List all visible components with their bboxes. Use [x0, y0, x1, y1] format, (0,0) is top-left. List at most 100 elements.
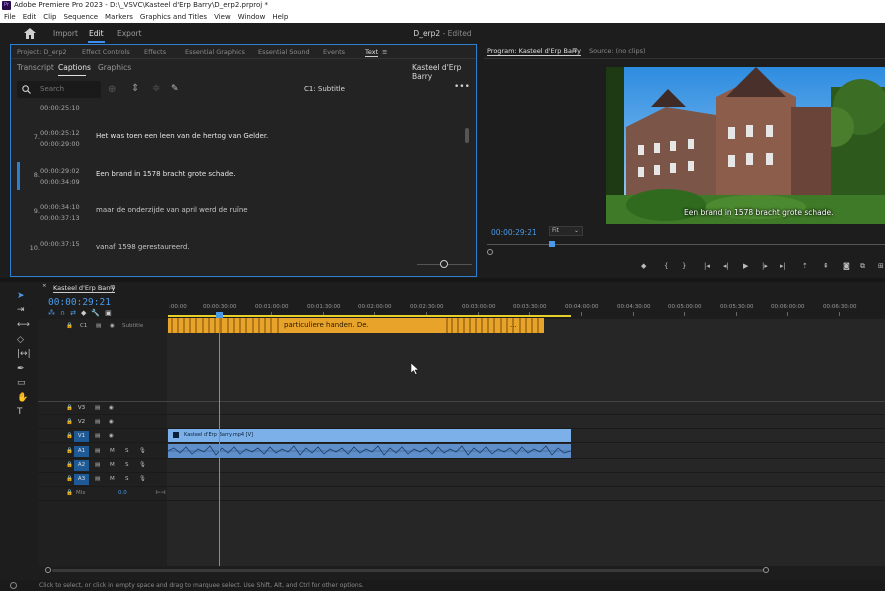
menu-help[interactable]: Help	[272, 11, 288, 23]
type-tool-icon[interactable]: T	[17, 407, 23, 417]
zoom-level-select[interactable]: Fit ⌄	[549, 226, 583, 236]
mute-button[interactable]: M	[110, 476, 115, 482]
subtab-graphics[interactable]: Graphics	[98, 63, 131, 72]
more-options-icon[interactable]: •••	[454, 82, 470, 92]
menu-file[interactable]: File	[4, 11, 16, 23]
go-to-in-icon[interactable]: |◂	[704, 262, 710, 270]
linked-selection-icon[interactable]: ⇄	[70, 309, 81, 317]
caption-item[interactable]: 9. 00:00:34:10 00:00:37:13 maar de onder…	[17, 198, 465, 234]
extract-icon[interactable]: ⇞	[823, 262, 829, 270]
edit-pencil-icon[interactable]: ✎	[171, 84, 179, 94]
lock-icon[interactable]: 🔒	[66, 448, 73, 454]
lock-icon[interactable]: 🔒	[66, 433, 73, 439]
caption-item[interactable]: 10. 00:00:37:15 vanaf 1598 gerestaureerd…	[17, 235, 465, 271]
sync-lock-icon[interactable]: ▤	[95, 419, 100, 425]
menu-edit[interactable]: Edit	[23, 11, 37, 23]
add-marker-icon[interactable]: ◆	[81, 309, 91, 317]
time-ruler[interactable]: :00:00 00:00:30:00 00:01:00:00 00:01:30:…	[167, 297, 885, 319]
timeline-playhead[interactable]	[216, 312, 223, 318]
panel-menu-icon[interactable]: ≡	[382, 48, 387, 56]
tab-project[interactable]: Project: D_erp2	[17, 48, 67, 56]
lock-icon[interactable]: 🔒	[66, 476, 73, 482]
razor-tool-icon[interactable]: ◇	[17, 335, 24, 345]
track-name-a3[interactable]: A3	[74, 474, 89, 485]
snap-icon[interactable]: ∩	[60, 309, 70, 317]
audio-clip[interactable]	[168, 444, 571, 458]
step-forward-icon[interactable]: |▸	[762, 262, 768, 270]
lock-icon[interactable]: 🔒	[66, 462, 73, 468]
tab-program[interactable]: Program: Kasteel d'Erp Barry	[487, 47, 582, 56]
solo-button[interactable]: S	[125, 462, 129, 468]
search-field[interactable]: Search	[17, 81, 101, 98]
tab-effect-controls[interactable]: Effect Controls	[82, 48, 130, 56]
vertical-scrollbar[interactable]	[465, 128, 469, 143]
add-caption-icon[interactable]: ⊕	[108, 84, 116, 95]
sync-lock-icon[interactable]: ▤	[95, 462, 100, 468]
mix-end-icon[interactable]: ⊢⊣	[156, 490, 166, 496]
work-area-bar[interactable]	[168, 315, 571, 317]
menu-graphics-and-titles[interactable]: Graphics and Titles	[140, 11, 207, 23]
program-timecode[interactable]: 00:00:29:21	[491, 228, 537, 237]
settings-wrench-icon[interactable]: 🔧	[91, 309, 105, 317]
solo-button[interactable]: S	[125, 476, 129, 482]
tab-sequence[interactable]: Kasteel d'Erp Barry	[53, 284, 116, 293]
rectangle-tool-icon[interactable]: ▭	[17, 378, 26, 388]
add-marker-icon[interactable]: ◆	[641, 262, 646, 270]
step-back-icon[interactable]: ◂|	[723, 262, 729, 270]
eye-icon[interactable]: ◉	[109, 419, 114, 425]
caption-text[interactable]: Het was toen een leen van de hertog van …	[96, 132, 268, 140]
track-name-v2[interactable]: V2	[74, 417, 89, 428]
caption-clip-strip[interactable]: particuliere handen. De. ...	[168, 318, 544, 333]
microphone-icon[interactable]: 🎙	[139, 448, 146, 454]
sync-lock-icon[interactable]: ▤	[95, 405, 100, 411]
close-icon[interactable]: ×	[42, 283, 47, 289]
go-to-out-icon[interactable]: ▸|	[780, 262, 786, 270]
program-video-frame[interactable]: Een brand in 1578 bracht grote schade.	[606, 67, 885, 224]
tab-essential-sound[interactable]: Essential Sound	[258, 48, 310, 56]
mute-button[interactable]: M	[110, 448, 115, 454]
track-name-v1[interactable]: V1	[74, 431, 89, 442]
timeline-horizontal-scroll[interactable]	[38, 566, 885, 576]
sync-lock-icon[interactable]: ▤	[96, 323, 101, 329]
mark-out-icon[interactable]: }	[682, 262, 686, 270]
split-caption-icon[interactable]: ⇕	[131, 83, 139, 94]
tab-source[interactable]: Source: (no clips)	[589, 47, 646, 55]
eye-icon[interactable]: ◉	[109, 405, 114, 411]
sync-lock-icon[interactable]: ▤	[95, 448, 100, 454]
nest-icon[interactable]: ⁂	[48, 309, 60, 317]
program-menu-icon[interactable]: ≡	[572, 46, 578, 54]
play-icon[interactable]: ▶	[743, 262, 748, 270]
menu-clip[interactable]: Clip	[43, 11, 56, 23]
button-editor-icon[interactable]: ⊞	[878, 262, 884, 270]
ripple-edit-tool-icon[interactable]: ⟷	[17, 320, 30, 330]
video-clip[interactable]: Kasteel d'Erp Barry.mp4 [V]	[168, 429, 571, 442]
caption-item-selected[interactable]: 8. 00:00:29:02 00:00:34:09 Een brand in …	[17, 162, 465, 198]
caption-text[interactable]: Een brand in 1578 bracht grote schade.	[96, 170, 236, 178]
menu-view[interactable]: View	[214, 11, 231, 23]
microphone-icon[interactable]: 🎙	[139, 462, 146, 468]
eye-icon[interactable]: ◉	[110, 323, 115, 329]
lock-icon[interactable]: 🔒	[66, 323, 73, 329]
tab-events[interactable]: Events	[323, 48, 345, 56]
track-name-a2[interactable]: A2	[74, 460, 89, 471]
subtab-captions[interactable]: Captions	[58, 63, 91, 72]
lock-icon[interactable]: 🔒	[66, 419, 73, 425]
scrub-zoom-handle[interactable]	[487, 249, 493, 255]
menu-markers[interactable]: Markers	[105, 11, 133, 23]
merge-caption-icon[interactable]: ≑	[152, 83, 160, 94]
sync-lock-icon[interactable]: ▤	[95, 476, 100, 482]
program-scrubber-track[interactable]	[487, 244, 885, 245]
program-playhead[interactable]	[549, 241, 555, 247]
track-name-a1[interactable]: A1	[74, 446, 89, 457]
lock-icon[interactable]: 🔒	[66, 490, 73, 496]
tab-essential-graphics[interactable]: Essential Graphics	[185, 48, 245, 56]
compare-view-icon[interactable]: ⧉	[860, 262, 865, 271]
slip-tool-icon[interactable]: |↔|	[17, 349, 31, 359]
pen-tool-icon[interactable]: ✒	[17, 364, 25, 374]
mark-in-icon[interactable]: {	[664, 262, 668, 270]
subtab-transcript[interactable]: Transcript	[17, 63, 54, 72]
timeline-playhead-line[interactable]	[219, 312, 220, 568]
export-frame-icon[interactable]: ◙	[843, 262, 850, 270]
captions-icon[interactable]: ▣	[105, 309, 117, 317]
sync-lock-icon[interactable]: ▤	[95, 433, 100, 439]
